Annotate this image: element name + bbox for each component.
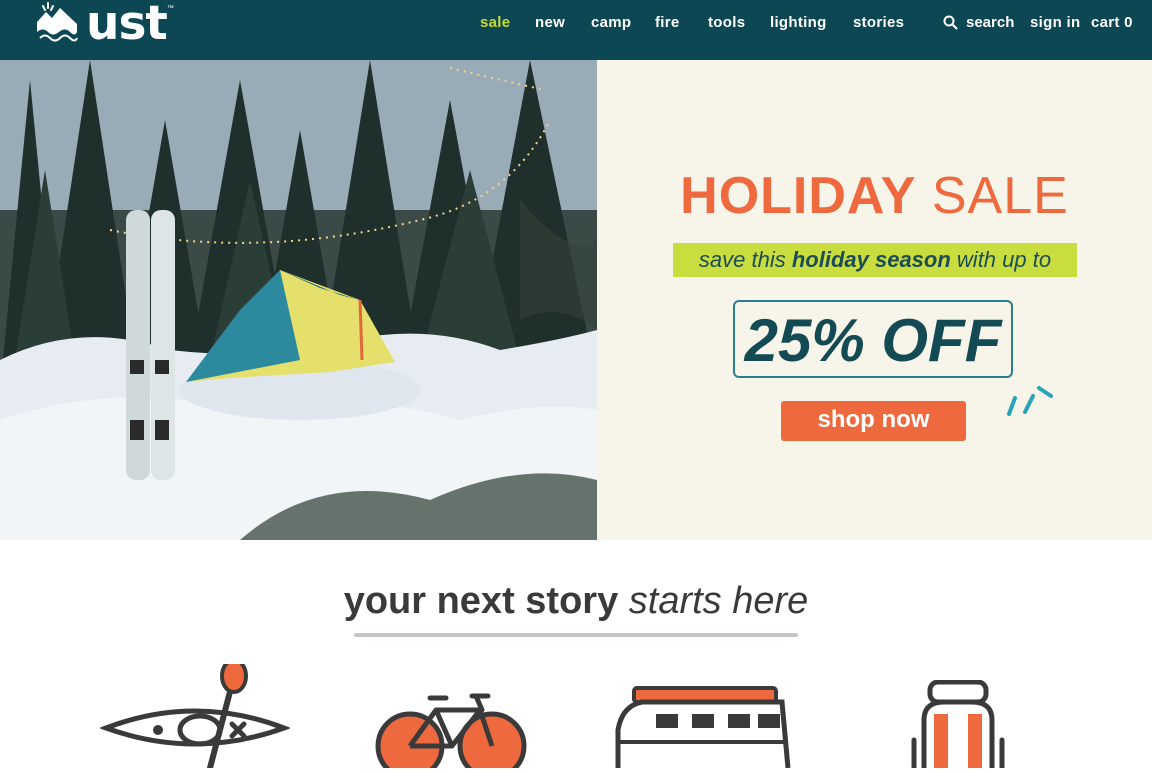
sale-title-light: SALE — [931, 167, 1069, 225]
snow-camp-photo[interactable] — [0, 60, 597, 540]
nav-camp[interactable]: camp — [591, 14, 631, 31]
nav-fire[interactable]: fire — [655, 14, 680, 31]
sale-title: HOLIDAY SALE — [597, 166, 1152, 226]
site-header: ust ™ sale new camp fire tools lighting … — [0, 0, 1152, 60]
backpack-icon[interactable] — [910, 679, 1006, 773]
van-icon[interactable] — [612, 686, 792, 773]
nav-tools[interactable]: tools — [708, 14, 745, 31]
story-heading-bold: your next story — [343, 580, 619, 622]
sparkle-icon — [1001, 376, 1057, 421]
trademark-mark: ™ — [166, 4, 174, 12]
mountain-wave-icon — [37, 2, 78, 42]
kayak-icon[interactable] — [98, 658, 292, 773]
search-button[interactable]: search — [943, 14, 1014, 31]
search-label: search — [966, 14, 1015, 31]
save-tagline: save this holiday season with up to — [673, 243, 1077, 277]
nav-stories[interactable]: stories — [853, 14, 904, 31]
bicycle-icon[interactable] — [372, 690, 528, 773]
photo-scene — [0, 60, 597, 540]
discount-badge: 25% OFF — [733, 300, 1013, 378]
search-icon — [943, 15, 958, 30]
cart-link[interactable]: cart 0 — [1091, 14, 1133, 31]
hero-banner: HOLIDAY SALE save this holiday season wi… — [0, 60, 1152, 540]
nav-new[interactable]: new — [535, 14, 565, 31]
brand-name: ust — [86, 0, 168, 51]
story-heading: your next story starts here — [0, 580, 1152, 623]
story-heading-italic: starts here — [628, 580, 809, 622]
save-suffix: with up to — [956, 247, 1052, 272]
story-section: your next story starts here — [0, 540, 1152, 773]
nav-sale[interactable]: sale — [480, 14, 510, 31]
sign-in-link[interactable]: sign in — [1030, 14, 1080, 31]
save-prefix: save this — [698, 247, 786, 272]
sale-promo: HOLIDAY SALE save this holiday season wi… — [597, 60, 1152, 540]
sale-title-bold: HOLIDAY — [680, 167, 917, 225]
heading-underline — [354, 633, 798, 637]
nav-lighting[interactable]: lighting — [770, 14, 827, 31]
shop-now-button[interactable]: shop now — [781, 401, 966, 441]
brand-logo[interactable]: ust ™ — [34, 0, 174, 51]
save-bold: holiday season — [791, 247, 951, 272]
